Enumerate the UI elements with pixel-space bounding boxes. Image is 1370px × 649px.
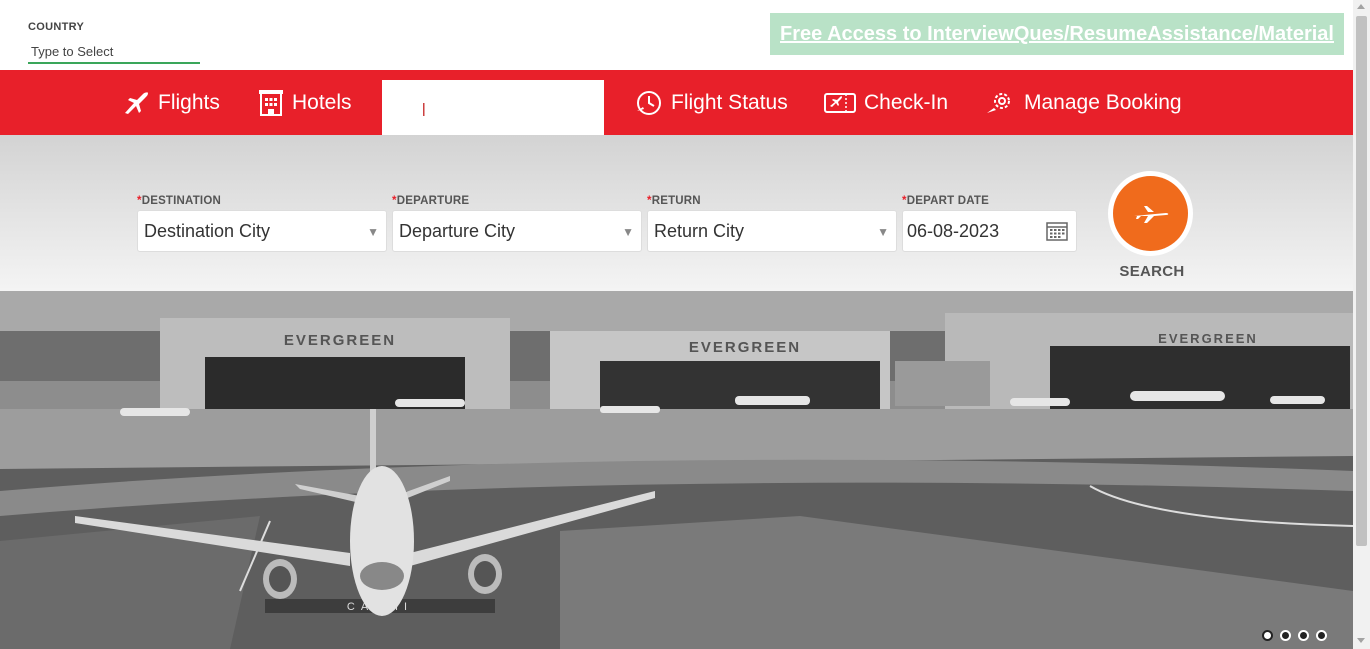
promo-banner: Free Access to InterviewQues/ResumeAssis… — [770, 13, 1344, 55]
airplane-icon — [1133, 205, 1168, 223]
vertical-scrollbar[interactable] — [1353, 0, 1370, 649]
svg-text:EVERGREEN: EVERGREEN — [284, 332, 396, 349]
search-button[interactable] — [1108, 171, 1193, 256]
airport-photo: EVERGREEN EVERGREEN EVERGREEN CAT II — [0, 291, 1353, 649]
nav-manage-booking[interactable]: Manage Booking — [986, 70, 1182, 135]
country-input[interactable] — [28, 40, 200, 64]
departure-label: *DEPARTURE — [392, 195, 470, 207]
nav-check-in[interactable]: Check-In — [824, 70, 948, 135]
hotel-icon — [259, 89, 283, 116]
depart-date-label: *DEPART DATE — [902, 195, 989, 207]
destination-field: *DESTINATION Destination City ▼ — [137, 195, 387, 252]
carousel-dot[interactable] — [1316, 630, 1327, 641]
page: COUNTRY Free Access to InterviewQues/Res… — [0, 0, 1370, 649]
svg-text:EVERGREEN: EVERGREEN — [689, 339, 801, 356]
return-label: *RETURN — [647, 195, 701, 207]
departure-select[interactable]: Departure City ▼ — [392, 210, 642, 252]
nav-flight-status[interactable]: Flight Status — [635, 70, 788, 135]
search-label: SEARCH — [1119, 263, 1185, 280]
nav-hotels[interactable]: Hotels — [258, 70, 352, 135]
nav-hotels-label: Hotels — [292, 90, 352, 114]
search-button-circle — [1113, 176, 1188, 251]
return-value: Return City — [654, 220, 745, 241]
carousel-dot[interactable] — [1298, 630, 1309, 641]
search-panel: *DESTINATION Destination City ▼ *DEPARTU… — [0, 135, 1353, 291]
scroll-down-arrow-icon[interactable] — [1357, 638, 1365, 643]
country-label: COUNTRY — [28, 21, 85, 33]
nav-flight-status-label: Flight Status — [671, 90, 788, 114]
departure-field: *DEPARTURE Departure City ▼ — [392, 195, 642, 252]
destination-label: *DESTINATION — [137, 195, 221, 207]
calendar-icon[interactable] — [1046, 221, 1068, 241]
carousel-dot[interactable] — [1262, 630, 1273, 641]
boarding-pass-icon — [824, 92, 856, 113]
main-nav: Flights Hotels | Flight Status Check-In … — [0, 70, 1353, 135]
depart-date-input[interactable]: 06-08-2023 — [902, 210, 1077, 252]
dropdown-arrow-icon: ▼ — [622, 225, 634, 239]
destination-value: Destination City — [144, 220, 271, 241]
carousel-dot[interactable] — [1280, 630, 1291, 641]
clock-plane-icon — [637, 90, 661, 115]
airplane-icon — [125, 91, 148, 114]
promo-link[interactable]: Free Access to InterviewQues/ResumeAssis… — [780, 23, 1334, 46]
return-field: *RETURN Return City ▼ — [647, 195, 897, 252]
departure-value: Departure City — [399, 220, 516, 241]
dropdown-arrow-icon: ▼ — [877, 225, 889, 239]
scroll-up-arrow-icon[interactable] — [1357, 4, 1365, 9]
hero-image: EVERGREEN EVERGREEN EVERGREEN CAT II — [0, 291, 1353, 649]
nav-flights[interactable]: Flights — [122, 70, 220, 135]
scroll-thumb[interactable] — [1356, 16, 1367, 546]
nav-manage-booking-label: Manage Booking — [1024, 90, 1182, 114]
dropdown-arrow-icon: ▼ — [367, 225, 379, 239]
depart-date-field: *DEPART DATE 06-08-2023 — [902, 195, 1077, 252]
gear-plane-icon — [987, 92, 1010, 113]
svg-text:EVERGREEN: EVERGREEN — [1158, 331, 1258, 346]
return-select[interactable]: Return City ▼ — [647, 210, 897, 252]
nav-active-tab[interactable]: | — [382, 80, 604, 135]
tab-cursor-mark: | — [422, 99, 426, 116]
depart-date-value: 06-08-2023 — [907, 220, 1000, 241]
carousel-dots — [1262, 630, 1327, 641]
destination-select[interactable]: Destination City ▼ — [137, 210, 387, 252]
nav-flights-label: Flights — [158, 90, 220, 114]
nav-check-in-label: Check-In — [864, 90, 949, 114]
